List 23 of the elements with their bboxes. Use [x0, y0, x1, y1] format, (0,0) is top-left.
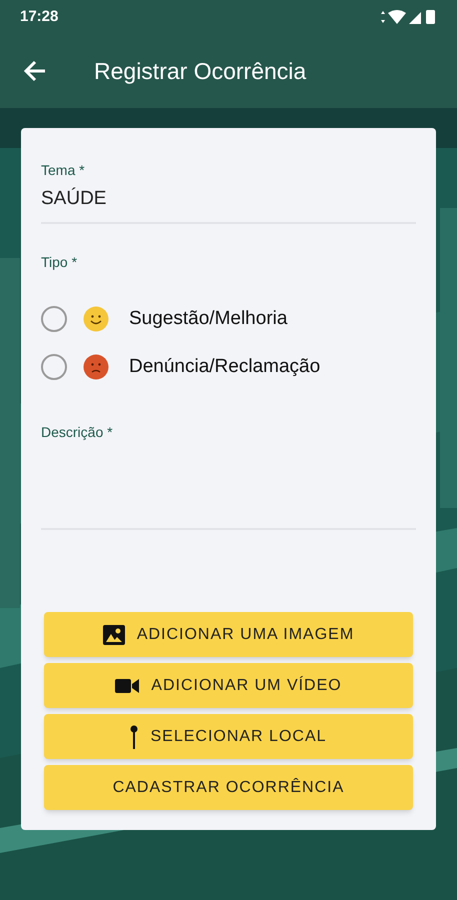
pin-icon — [130, 724, 138, 748]
image-icon — [102, 624, 125, 644]
smiley-icon — [83, 306, 109, 332]
field-value: SAÚDE — [41, 186, 108, 211]
screen-title: Registrar Ocorrência — [94, 56, 306, 86]
back-arrow-icon — [23, 60, 47, 82]
radio-label[interactable]: Denúncia/Reclamação — [129, 353, 320, 382]
action-button[interactable]: ADICIONAR UM VÍDEO — [44, 663, 413, 708]
field-label: Descrição * — [41, 422, 114, 442]
description-field[interactable]: Descrição * — [41, 422, 416, 530]
field-label: Tipo * — [41, 252, 78, 272]
status-time: 17:28 — [20, 6, 58, 27]
video-camera-icon — [115, 678, 140, 694]
radio-button[interactable] — [41, 354, 67, 380]
action-button[interactable]: SELECIONAR LOCAL — [44, 714, 413, 759]
status-icons — [379, 9, 437, 25]
theme-field[interactable]: Tema * SAÚDE — [41, 160, 416, 224]
radio-button[interactable] — [41, 306, 67, 332]
radio-label[interactable]: Sugestão/Melhoria — [129, 304, 288, 333]
frowning-face-icon — [83, 354, 109, 380]
action-button[interactable]: CADASTRAR OCORRÊNCIA — [44, 765, 413, 810]
field-label: Tema * — [41, 161, 86, 180]
action-button[interactable]: ADICIONAR UMA IMAGEM — [44, 612, 413, 657]
